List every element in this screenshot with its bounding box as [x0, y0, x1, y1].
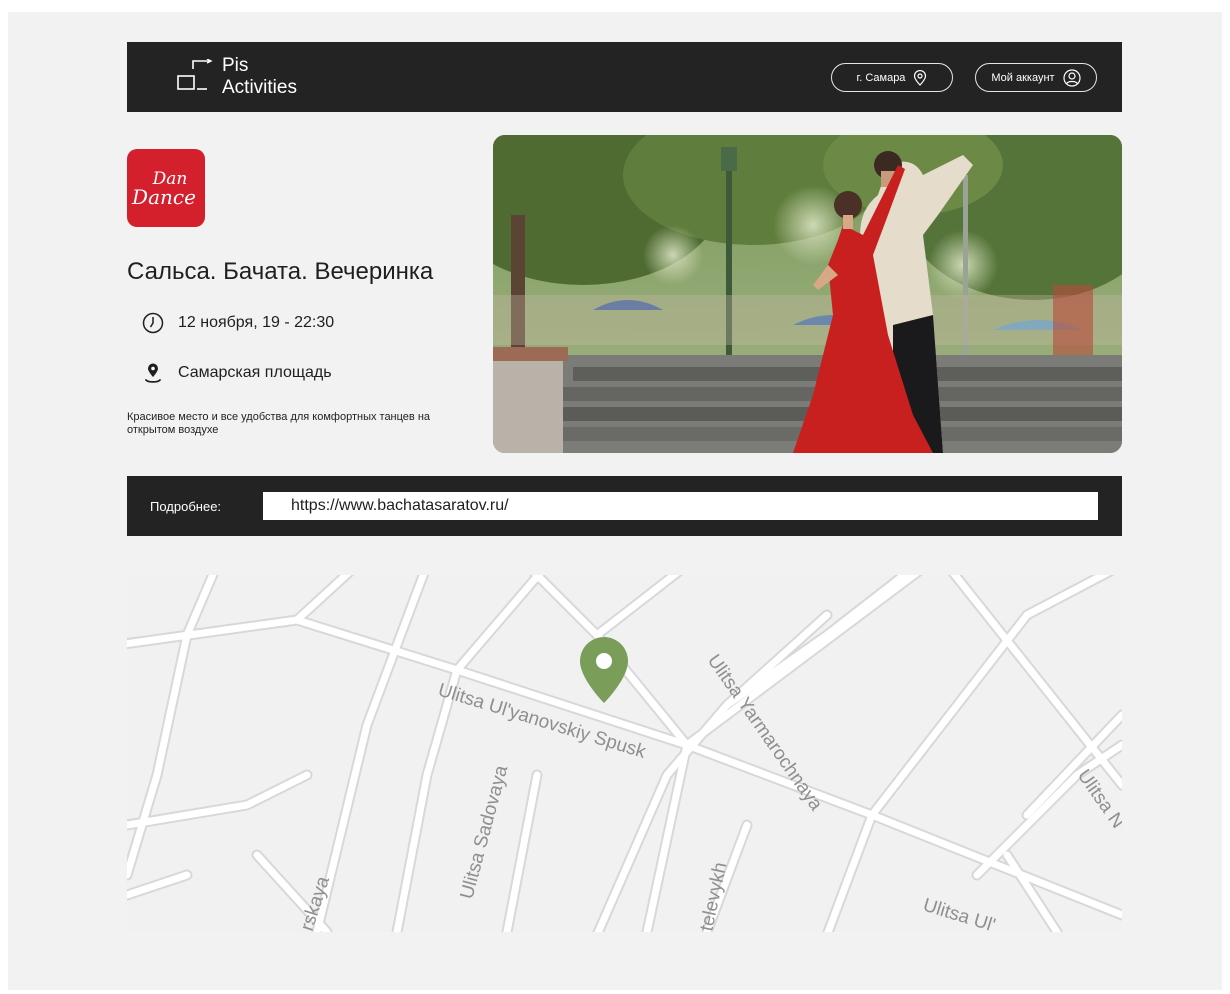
details-label: Подробнее: [150, 499, 222, 514]
organizer-logo-line2: Dance [132, 185, 196, 209]
site-logo[interactable]: Pis Activities [177, 55, 337, 99]
event-description: Красивое место и все удобства для комфор… [127, 411, 431, 436]
clock-icon [142, 312, 164, 334]
street-map-illustration: Ulitsa Ul'yanovskiy Spusk Ulitsa Yarmaro… [127, 575, 1122, 932]
event-place-row: Самарская площадь [142, 362, 332, 384]
location-pin-icon [914, 69, 927, 86]
details-bar: Подробнее: https://www.bachatasaratov.ru… [127, 476, 1122, 536]
details-url-field[interactable]: https://www.bachatasaratov.ru/ [263, 492, 1098, 520]
event-map[interactable]: Ulitsa Ul'yanovskiy Spusk Ulitsa Yarmaro… [127, 575, 1122, 932]
dancers-photo-illustration [493, 135, 1122, 453]
logo-text-line2: Activities [222, 77, 297, 98]
event-datetime: 12 ноября, 19 - 22:30 [178, 314, 335, 331]
logo-icon [177, 59, 213, 90]
event-title: Сальса. Бачата. Вечеринка [127, 258, 434, 285]
city-label: г. Самара [856, 71, 906, 84]
my-account-button[interactable]: Мой аккаунт [975, 63, 1097, 92]
top-navigation-bar: Pis Activities г. Самара Мой аккаунт [127, 42, 1122, 112]
logo-text-line1: Pis [222, 55, 249, 76]
event-photo [493, 135, 1122, 453]
city-selector-button[interactable]: г. Самара [831, 63, 953, 92]
event-place: Самарская площадь [178, 364, 332, 381]
account-label: Мой аккаунт [991, 71, 1055, 84]
organizer-logo[interactable]: Dan Dance [127, 149, 205, 227]
event-datetime-row: 12 ноября, 19 - 22:30 [142, 312, 334, 334]
map-pin-icon [145, 363, 161, 383]
logo-text: Pis Activities [222, 55, 297, 99]
user-icon [1062, 68, 1081, 87]
